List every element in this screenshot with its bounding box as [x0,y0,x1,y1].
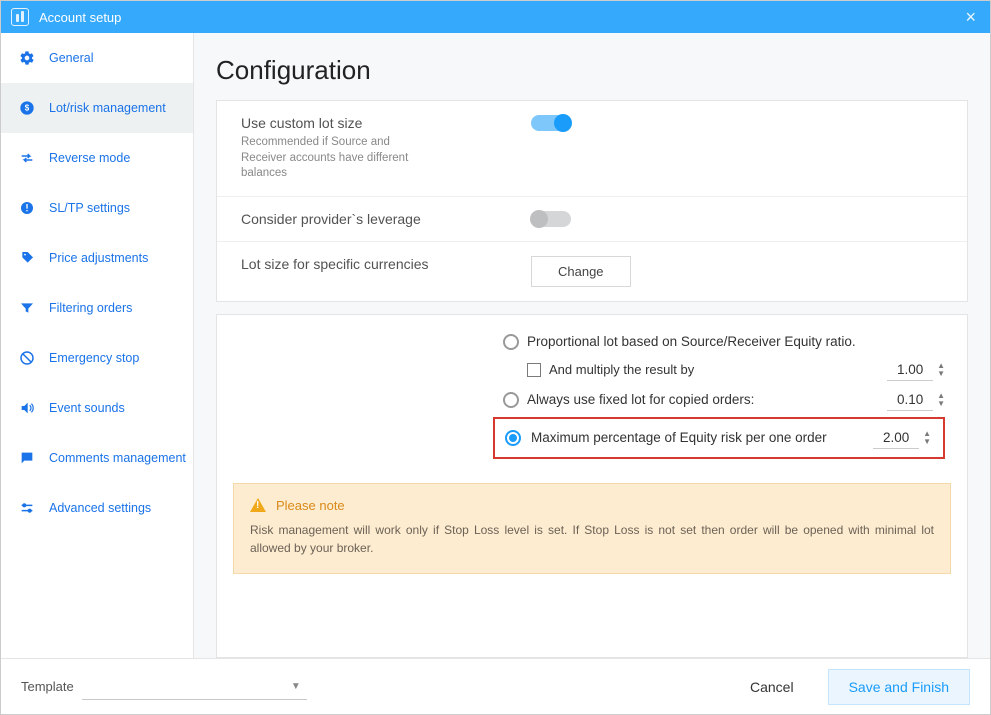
sidebar-item-general[interactable]: General [1,33,193,83]
change-button[interactable]: Change [531,256,631,287]
main-panel: Configuration Use custom lot size Recomm… [194,33,990,658]
control-provider-leverage [531,211,943,227]
control-custom-lot [531,115,943,131]
sidebar-item-reverse[interactable]: Reverse mode [1,133,193,183]
sidebar-item-label: Price adjustments [49,251,148,265]
custom-lot-title: Use custom lot size [241,115,531,131]
sidebar-item-label: Advanced settings [49,501,151,515]
body: General $ Lot/risk management Reverse mo… [1,33,990,658]
row-custom-lot: Use custom lot size Recommended if Sourc… [217,101,967,197]
note-title: Please note [276,498,345,513]
sidebar-item-label: Emergency stop [49,351,139,365]
footer: Template ▼ Cancel Save and Finish [1,658,990,714]
sidebar-item-advanced[interactable]: Advanced settings [1,483,193,533]
filter-icon [17,300,37,316]
sidebar-item-label: Reverse mode [49,151,130,165]
arrow-down-icon[interactable]: ▼ [937,400,945,408]
label-fixed: Always use fixed lot for copied orders: [527,391,887,409]
sidebar-item-filter[interactable]: Filtering orders [1,283,193,333]
value-multiply[interactable]: 1.00 [887,359,933,381]
label-custom-lot: Use custom lot size Recommended if Sourc… [241,115,531,182]
sidebar-item-label: Event sounds [49,401,125,415]
sidebar-item-lot-risk[interactable]: $ Lot/risk management [1,83,193,133]
value-max-risk[interactable]: 2.00 [873,427,919,449]
option-proportional[interactable]: Proportional lot based on Source/Receive… [503,333,951,351]
note-head: Please note [250,498,934,513]
sidebar-item-sltp[interactable]: SL/TP settings [1,183,193,233]
sidebar-item-label: Comments management [49,451,186,465]
label-max-risk: Maximum percentage of Equity risk per on… [531,430,873,445]
sidebar-item-label: General [49,51,93,65]
sidebar-item-label: Lot/risk management [49,101,166,115]
options-panel[interactable]: Proportional lot based on Source/Receive… [216,314,968,658]
note-body: Risk management will work only if Stop L… [250,521,934,557]
comment-icon [17,450,37,466]
arrow-down-icon[interactable]: ▼ [923,438,931,446]
toggle-provider-leverage[interactable] [531,211,571,227]
page-title: Configuration [216,55,968,86]
sidebar-item-label: SL/TP settings [49,201,130,215]
radio-proportional[interactable] [503,334,519,350]
label-specific-currencies: Lot size for specific currencies [241,256,531,272]
settings-card: Use custom lot size Recommended if Sourc… [216,100,968,302]
stop-icon [17,350,37,366]
option-max-risk[interactable]: Maximum percentage of Equity risk per on… [493,417,945,459]
radio-fixed[interactable] [503,392,519,408]
toggle-custom-lot[interactable] [531,115,571,131]
caret-down-icon: ▼ [291,681,301,692]
tag-icon [17,250,37,266]
warning-icon [250,498,266,512]
window-title: Account setup [39,10,961,25]
label-multiply: And multiply the result by [549,362,694,377]
value-fixed[interactable]: 0.10 [887,389,933,411]
arrow-down-icon[interactable]: ▼ [937,370,945,378]
sound-icon [17,400,37,416]
sliders-icon [17,500,37,516]
reverse-icon [17,150,37,166]
dollar-icon: $ [17,100,37,116]
label-provider-leverage: Consider provider`s leverage [241,211,531,227]
checkbox-multiply[interactable] [527,363,541,377]
custom-lot-sub: Recommended if Source and Receiver accou… [241,135,421,182]
template-select[interactable]: ▼ [82,674,307,700]
sidebar-item-emergency[interactable]: Emergency stop [1,333,193,383]
label-proportional: Proportional lot based on Source/Receive… [527,333,951,351]
option-fixed[interactable]: Always use fixed lot for copied orders: … [503,389,951,411]
options-inner: Proportional lot based on Source/Receive… [217,315,967,594]
titlebar: Account setup × [1,1,990,33]
sidebar-item-comments[interactable]: Comments management [1,433,193,483]
save-button[interactable]: Save and Finish [828,669,970,705]
note-box: Please note Risk management will work on… [233,483,951,574]
spinner-fixed[interactable]: 0.10 ▲▼ [887,389,951,411]
row-provider-leverage: Consider provider`s leverage [217,197,967,242]
control-specific-currencies: Change [531,256,943,287]
row-specific-currencies: Lot size for specific currencies Change [217,242,967,301]
gear-icon [17,50,37,66]
spinner-max-risk[interactable]: 2.00 ▲▼ [873,427,937,449]
sidebar: General $ Lot/risk management Reverse mo… [1,33,194,658]
sidebar-item-sounds[interactable]: Event sounds [1,383,193,433]
alert-icon [17,200,37,216]
sidebar-item-price[interactable]: Price adjustments [1,233,193,283]
sidebar-item-label: Filtering orders [49,301,132,315]
template-label: Template [21,679,74,694]
spinner-multiply[interactable]: 1.00 ▲▼ [887,359,951,381]
option-multiply: And multiply the result by 1.00 ▲▼ [527,359,951,381]
radio-max-risk[interactable] [505,430,521,446]
window: Account setup × General $ Lot/risk manag… [0,0,991,715]
app-icon [11,8,29,26]
cancel-button[interactable]: Cancel [734,671,810,703]
svg-text:$: $ [25,104,30,113]
close-icon[interactable]: × [961,7,980,28]
